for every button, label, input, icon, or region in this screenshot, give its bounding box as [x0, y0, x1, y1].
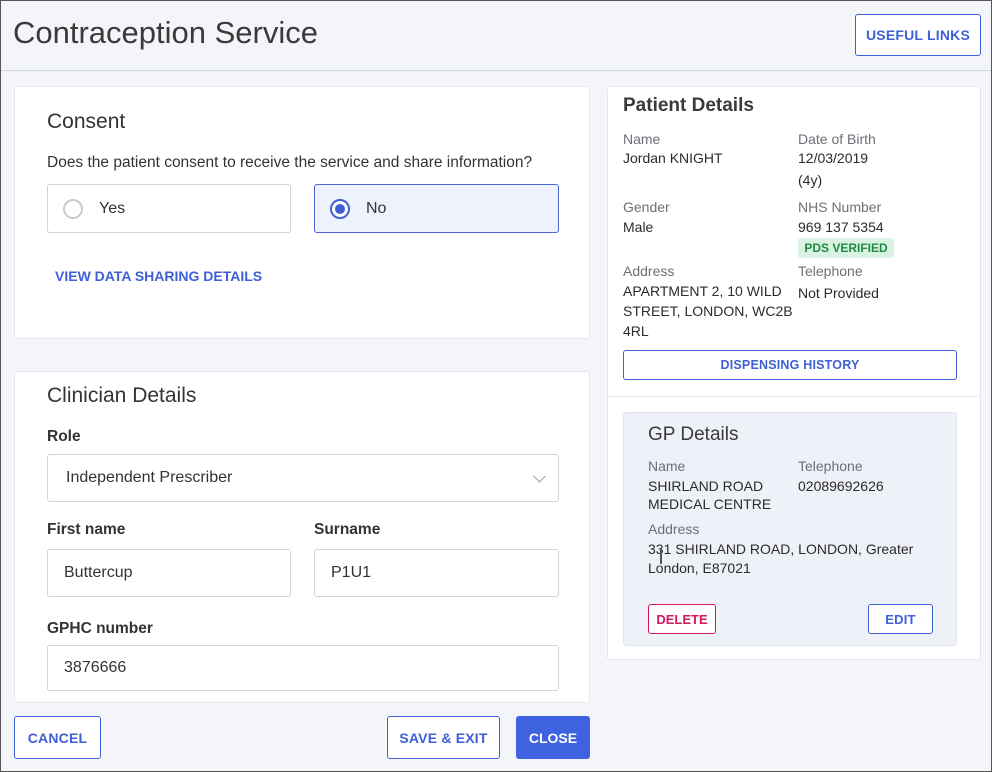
gp-address-line-2: London, E87021 — [648, 560, 751, 576]
gender-value: Male — [623, 219, 654, 235]
address-line-3: 4RL — [623, 323, 649, 339]
gp-details-title: GP Details — [648, 424, 739, 445]
consent-yes-option[interactable]: Yes — [47, 184, 291, 233]
surname-label: Surname — [314, 521, 381, 538]
first-name-field[interactable]: Buttercup — [47, 549, 291, 597]
dob-label: Date of Birth — [798, 131, 876, 147]
gp-telephone-label: Telephone — [798, 458, 863, 474]
first-name-value: Buttercup — [64, 564, 133, 581]
patient-details-card: Patient Details Name Jordan KNIGHT Date … — [607, 86, 981, 660]
address-line-1: APARTMENT 2, 10 WILD — [623, 283, 782, 299]
useful-links-button[interactable]: USEFUL LINKS — [855, 14, 981, 56]
gphc-label: GPHC number — [47, 620, 153, 637]
surname-field[interactable]: P1U1 — [314, 549, 559, 597]
radio-checked-icon — [330, 198, 350, 219]
radio-unchecked-icon — [63, 198, 83, 219]
pds-verified-badge: PDS VERIFIED — [798, 238, 894, 258]
clinician-title: Clinician Details — [47, 384, 197, 407]
patient-name-value: Jordan KNIGHT — [623, 150, 723, 166]
first-name-label: First name — [47, 521, 126, 538]
gp-name-line-1: SHIRLAND ROAD — [648, 478, 764, 494]
consent-no-option[interactable]: No — [314, 184, 559, 233]
gender-label: Gender — [623, 199, 670, 215]
dob-value: 12/03/2019 — [798, 150, 869, 166]
telephone-value: Not Provided — [798, 285, 879, 301]
gp-details-card: GP Details Name SHIRLAND ROAD MEDICAL CE… — [623, 412, 957, 646]
dispensing-history-button[interactable]: DISPENSING HISTORY — [623, 350, 957, 380]
role-label: Role — [47, 428, 81, 445]
gp-address-line-1: 331 SHIRLAND ROAD, LONDON, Greater — [648, 541, 914, 557]
role-select[interactable]: Independent Prescriber — [47, 454, 559, 502]
consent-question: Does the patient consent to receive the … — [47, 154, 533, 171]
age-value: (4y) — [798, 172, 823, 188]
cancel-button[interactable]: CANCEL — [14, 716, 101, 759]
patient-details-title: Patient Details — [623, 95, 754, 116]
consent-card: Consent Does the patient consent to rece… — [14, 86, 590, 339]
save-exit-button[interactable]: SAVE & EXIT — [387, 716, 500, 759]
text-cursor-icon — [660, 550, 662, 564]
clinician-card: Clinician Details Role Independent Presc… — [14, 371, 590, 703]
surname-value: P1U1 — [331, 564, 372, 581]
gphc-value: 3876666 — [64, 659, 127, 676]
divider — [608, 396, 980, 397]
close-button[interactable]: CLOSE — [516, 716, 590, 759]
chevron-down-icon — [533, 469, 546, 483]
gp-telephone-value: 02089692626 — [798, 478, 884, 494]
telephone-label: Telephone — [798, 263, 863, 279]
gphc-field[interactable]: 3876666 — [47, 645, 559, 691]
page-title: Contraception Service — [13, 15, 318, 50]
nhs-number-value: 969 137 5354 — [798, 219, 884, 235]
page-header: Contraception Service USEFUL LINKS — [1, 1, 991, 71]
address-label: Address — [623, 263, 675, 279]
gp-delete-button[interactable]: DELETE — [648, 604, 716, 634]
gp-address-label: Address — [648, 521, 700, 537]
address-line-2: STREET, LONDON, WC2B — [623, 303, 793, 319]
gp-name-label: Name — [648, 458, 686, 474]
nhs-number-label: NHS Number — [798, 199, 882, 215]
consent-yes-label: Yes — [99, 199, 126, 217]
gp-edit-button[interactable]: EDIT — [868, 604, 933, 634]
gp-name-line-2: MEDICAL CENTRE — [648, 496, 772, 512]
view-data-sharing-link[interactable]: VIEW DATA SHARING DETAILS — [55, 268, 262, 284]
consent-title: Consent — [47, 110, 126, 133]
role-value: Independent Prescriber — [66, 469, 233, 486]
consent-no-label: No — [366, 199, 387, 217]
patient-name-label: Name — [623, 131, 661, 147]
